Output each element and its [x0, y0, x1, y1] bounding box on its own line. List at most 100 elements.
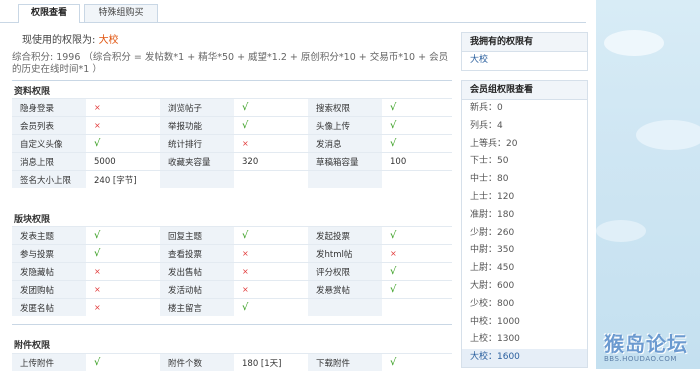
check-icon: √ — [390, 230, 396, 241]
permission-label: 发出售帖 — [160, 263, 234, 281]
check-icon: √ — [94, 248, 100, 259]
permission-status: × — [382, 245, 452, 263]
permission-label: 签名大小上限 — [12, 171, 86, 189]
group-list-item[interactable]: 中尉：350 — [462, 242, 587, 260]
permission-label: 草稿箱容量 — [308, 153, 382, 171]
section-divider — [12, 324, 452, 325]
cross-icon: × — [94, 121, 101, 130]
check-icon: √ — [242, 230, 248, 241]
group-list-item[interactable]: 中校：1000 — [462, 314, 587, 332]
cross-icon: × — [94, 285, 101, 294]
check-icon: √ — [94, 357, 100, 368]
permission-label — [308, 171, 382, 189]
permission-status: × — [234, 135, 308, 153]
permission-row: 发匿名帖×楼主留言√ — [12, 299, 452, 317]
current-group: 现使用的权限为: 大校 — [22, 31, 119, 46]
permission-label: 查看投票 — [160, 245, 234, 263]
permission-status: √ — [234, 227, 308, 245]
group-list-item[interactable]: 下士：50 — [462, 153, 587, 171]
tab-bar: 权限查看 特殊组购买 — [0, 0, 586, 23]
section-title-forum: 版块权限 — [14, 212, 50, 225]
section-title-profile: 资料权限 — [14, 84, 50, 97]
check-icon: √ — [242, 302, 248, 313]
permission-label: 评分权限 — [308, 263, 382, 281]
permission-label: 发活动帖 — [160, 281, 234, 299]
check-icon: √ — [390, 284, 396, 295]
tab-permission-view[interactable]: 权限查看 — [18, 4, 80, 23]
permission-row: 会员列表×举报功能√头像上传√ — [12, 117, 452, 135]
permission-status: √ — [234, 299, 308, 317]
group-permissions-title: 会员组权限查看 — [462, 81, 587, 100]
permission-status: √ — [86, 245, 160, 263]
cross-icon: × — [242, 267, 249, 276]
group-list-item[interactable]: 大尉：600 — [462, 278, 587, 296]
permission-status: √ — [382, 263, 452, 281]
permission-row: 发隐藏帖 × 发出售帖 × 评分权限√ — [12, 263, 452, 281]
permission-value: 5000 — [86, 153, 160, 171]
check-icon: √ — [242, 120, 248, 131]
permission-status: √ — [234, 117, 308, 135]
group-list-item[interactable]: 大校：1600 — [462, 349, 587, 367]
check-icon: √ — [94, 230, 100, 241]
permission-label: 发消息 — [308, 135, 382, 153]
permission-label: 浏览帖子 — [160, 99, 234, 117]
group-list-item[interactable]: 少校：800 — [462, 296, 587, 314]
group-list-item[interactable]: 列兵：4 — [462, 118, 587, 136]
check-icon: √ — [390, 357, 396, 368]
group-list-item[interactable]: 上等兵：20 — [462, 136, 587, 154]
check-icon: √ — [242, 102, 248, 113]
permission-status: √ — [234, 99, 308, 117]
permission-label: 发匿名帖 — [12, 299, 86, 317]
permission-label: 统计排行 — [160, 135, 234, 153]
permission-status: √ — [86, 354, 160, 371]
permission-row: 隐身登录×浏览帖子√搜索权限√ — [12, 99, 452, 117]
permission-label — [160, 171, 234, 189]
check-icon: √ — [390, 102, 396, 113]
tab-special-group-purchase[interactable]: 特殊组购买 — [84, 4, 158, 22]
permission-status: √ — [382, 117, 452, 135]
permission-status: × — [234, 263, 308, 281]
permission-row: 参与投票√查看投票×发html帖× — [12, 245, 452, 263]
forum-watermark-logo: 猴岛论坛 BBS.HOUDAO.COM — [604, 328, 696, 366]
permission-value: 240 [字节] — [86, 171, 160, 189]
group-list-item[interactable]: 上士：120 — [462, 189, 587, 207]
profile-permission-table: 隐身登录×浏览帖子√搜索权限√会员列表×举报功能√头像上传√自定义头像√统计排行… — [12, 98, 452, 188]
permission-status: √ — [382, 354, 452, 371]
group-list-item[interactable]: 上尉：450 — [462, 260, 587, 278]
owned-group-link[interactable]: 大校 — [462, 52, 587, 70]
group-list-item[interactable]: 新兵：0 — [462, 100, 587, 118]
permission-status: × — [86, 281, 160, 299]
owned-permissions-title: 我拥有的权限有 — [462, 33, 587, 52]
permission-label: 消息上限 — [12, 153, 86, 171]
permission-status: × — [86, 99, 160, 117]
section-divider — [12, 80, 452, 81]
credits-formula: 综合积分: 1996 （综合积分 = 发帖数*1 + 精华*50 + 威望*1.… — [12, 52, 450, 76]
permission-value — [382, 171, 452, 189]
permission-label: 上传附件 — [12, 354, 86, 371]
group-list-item[interactable]: 少尉：260 — [462, 225, 587, 243]
cross-icon: × — [242, 249, 249, 258]
permission-label: 发隐藏帖 — [12, 263, 86, 281]
permission-value: 100 — [382, 153, 452, 171]
permission-label: 楼主留言 — [160, 299, 234, 317]
permission-status: × — [234, 281, 308, 299]
permission-label: 发悬赏帖 — [308, 281, 382, 299]
cross-icon: × — [94, 267, 101, 276]
group-list-item[interactable]: 上校：1300 — [462, 331, 587, 349]
permission-status: √ — [382, 135, 452, 153]
permission-label: 头像上传 — [308, 117, 382, 135]
permission-label — [308, 299, 382, 317]
permission-status: × — [234, 245, 308, 263]
permission-row: 消息上限5000收藏夹容量320草稿箱容量100 — [12, 153, 452, 171]
permission-label: 会员列表 — [12, 117, 86, 135]
permission-label: 发起投票 — [308, 227, 382, 245]
cross-icon: × — [390, 249, 397, 258]
permission-row: 上传附件√附件个数180 [1天]下载附件√ — [12, 354, 452, 371]
check-icon: √ — [390, 138, 396, 149]
group-list-item[interactable]: 准尉：180 — [462, 207, 587, 225]
page-background-decoration — [596, 0, 700, 369]
cross-icon: × — [242, 285, 249, 294]
permission-row: 自定义头像√统计排行×发消息√ — [12, 135, 452, 153]
owned-permissions-panel: 我拥有的权限有 大校 — [461, 32, 588, 71]
group-list-item[interactable]: 中士：80 — [462, 171, 587, 189]
